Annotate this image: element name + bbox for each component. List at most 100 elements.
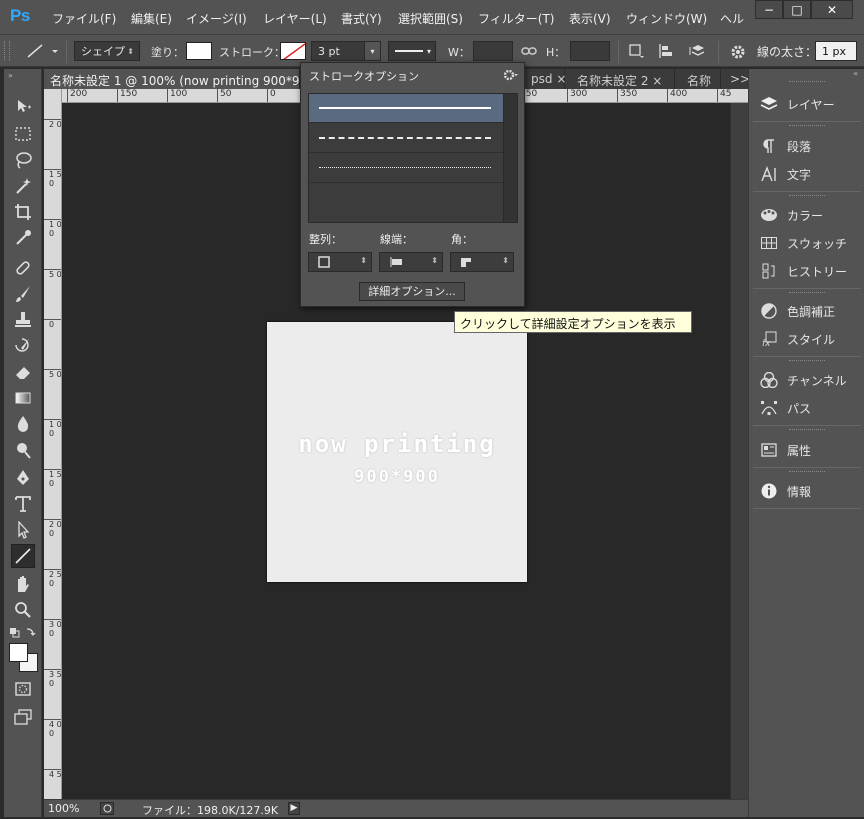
tab-document-3[interactable]: 名称	[681, 69, 721, 89]
dodge-tool-icon[interactable]	[11, 438, 35, 462]
history-brush-tool-icon[interactable]	[11, 334, 35, 358]
vertical-ruler[interactable]: 2 0 1 5 0 1 0 0 5 0 0 5 0 1 0 0 1 5 0 2 …	[44, 89, 62, 799]
menu-help[interactable]: ヘル	[720, 10, 744, 27]
move-tool-icon[interactable]	[11, 95, 35, 119]
eyedropper-tool-icon[interactable]	[11, 226, 35, 250]
stroke-dashed-option[interactable]	[309, 124, 503, 153]
zoom-tool-icon[interactable]	[11, 598, 35, 622]
align-select[interactable]: ⬍	[308, 252, 372, 272]
menu-layer[interactable]: レイヤー(L)	[263, 10, 327, 27]
share-icon[interactable]	[100, 802, 114, 815]
tab-document-1[interactable]: 名称未設定 1 @ 100% (now printing 900*900	[44, 69, 315, 89]
stamp-tool-icon[interactable]	[11, 308, 35, 332]
close-button[interactable]: ✕	[811, 0, 853, 19]
menu-image[interactable]: イメージ(I)	[186, 10, 247, 27]
tabs-overflow-button[interactable]: >>	[724, 69, 750, 89]
collapse-arrows-icon[interactable]: »	[8, 71, 13, 80]
stroke-width-field[interactable]: 3 pt ▾	[311, 41, 381, 61]
vertical-scrollbar[interactable]	[730, 103, 748, 799]
mode-select[interactable]: シェイプ ⬍	[74, 41, 140, 61]
panel-history[interactable]: ヒストリー	[759, 260, 847, 282]
path-selection-tool-icon[interactable]	[11, 518, 35, 542]
crop-tool-icon[interactable]	[11, 200, 35, 224]
panel-layers[interactable]: レイヤー	[759, 93, 835, 115]
tooltip: クリックして詳細設定オプションを表示	[454, 311, 692, 333]
hand-tool-icon[interactable]	[11, 572, 35, 596]
minimize-button[interactable]: −	[755, 0, 783, 19]
panel-styles[interactable]: fx スタイル	[759, 328, 835, 350]
stroke-type-list	[308, 93, 518, 223]
path-arrangement-icon[interactable]	[688, 43, 706, 59]
menu-edit[interactable]: 編集(E)	[131, 10, 172, 27]
pen-tool-icon[interactable]	[11, 466, 35, 490]
eraser-tool-icon[interactable]	[11, 360, 35, 384]
stroke-dotted-option[interactable]	[309, 154, 503, 183]
collapse-arrows-icon[interactable]: «	[853, 69, 858, 78]
close-tab-icon[interactable]: ×	[652, 74, 662, 88]
path-operations-icon[interactable]	[628, 43, 644, 59]
panel-properties[interactable]: 属性	[759, 439, 811, 461]
ruler-tick: 1 0 0	[44, 219, 61, 238]
panel-swatches[interactable]: スウォッチ	[759, 232, 847, 254]
panel-paths[interactable]: パス	[759, 397, 811, 419]
gradient-tool-icon[interactable]	[11, 386, 35, 410]
stroke-swatch[interactable]	[280, 42, 306, 60]
quick-mask-icon[interactable]	[11, 677, 35, 701]
screen-mode-icon[interactable]	[11, 705, 35, 729]
solid-line-icon	[319, 107, 491, 109]
ruler-tick: 3 0 0	[44, 619, 61, 638]
line-tool-preset-icon[interactable]	[18, 41, 62, 61]
stroke-type-select[interactable]: ▾	[388, 41, 436, 61]
panel-channels[interactable]: チャンネル	[759, 369, 847, 391]
menu-view[interactable]: 表示(V)	[569, 10, 611, 27]
panel-adjustments[interactable]: 色調補正	[759, 300, 835, 322]
fill-swatch[interactable]	[186, 42, 212, 60]
corners-select[interactable]: ⬍	[450, 252, 514, 272]
width-field[interactable]	[473, 41, 513, 61]
swap-colors-icon[interactable]	[9, 626, 37, 640]
panel-info[interactable]: 情報	[759, 480, 811, 502]
magic-wand-tool-icon[interactable]	[11, 174, 35, 198]
document-canvas[interactable]: now printing 900*900	[267, 322, 527, 582]
foreground-color-swatch[interactable]	[9, 643, 28, 662]
menu-filter[interactable]: フィルター(T)	[478, 10, 554, 27]
panel-dock: « レイヤー 段落 文字 カラー スウォッチ ヒストリー 色調補正 fx スタイ…	[748, 69, 864, 817]
stroke-solid-option[interactable]	[309, 94, 503, 123]
path-alignment-icon[interactable]	[658, 43, 674, 59]
line-tool-icon[interactable]	[11, 544, 35, 568]
svg-text:fx: fx	[762, 339, 771, 347]
ruler-tick: 50	[217, 89, 231, 102]
maximize-button[interactable]: □	[783, 0, 811, 19]
zoom-level[interactable]: 100%	[48, 802, 79, 815]
panel-paragraph[interactable]: 段落	[759, 135, 811, 157]
tab-document-2[interactable]: 名称未設定 2 ×	[571, 69, 675, 89]
ruler-tick: 45	[717, 89, 731, 102]
lasso-tool-icon[interactable]	[11, 148, 35, 172]
marquee-tool-icon[interactable]	[11, 122, 35, 146]
menu-type[interactable]: 書式(Y)	[341, 10, 382, 27]
gear-icon[interactable]	[502, 68, 518, 82]
ruler-tick: 0	[44, 319, 61, 329]
type-tool-icon[interactable]	[11, 492, 35, 516]
gear-icon[interactable]	[729, 43, 747, 61]
menu-window[interactable]: ウィンドウ(W)	[626, 10, 707, 27]
height-field[interactable]	[570, 41, 610, 61]
line-weight-field[interactable]: 1 px	[815, 41, 857, 61]
tab-psd[interactable]: psd ×	[525, 69, 566, 89]
chevron-down-icon: ▾	[426, 46, 431, 56]
stroke-list-scrollbar[interactable]	[503, 94, 517, 222]
chevron-down-icon[interactable]: ▾	[364, 42, 380, 60]
brush-tool-icon[interactable]	[11, 282, 35, 306]
close-tab-icon[interactable]: ×	[556, 72, 566, 86]
panel-color[interactable]: カラー	[759, 204, 823, 226]
status-menu-arrow-icon[interactable]: ▶	[288, 802, 300, 815]
blur-tool-icon[interactable]	[11, 412, 35, 436]
healing-brush-tool-icon[interactable]	[11, 256, 35, 280]
menu-select[interactable]: 選択範囲(S)	[398, 10, 463, 27]
paragraph-icon	[759, 137, 779, 155]
link-icon[interactable]	[521, 45, 537, 57]
advanced-options-button[interactable]: 詳細オプション...	[359, 282, 465, 301]
panel-character[interactable]: 文字	[759, 163, 811, 185]
caps-select[interactable]: ⬍	[379, 252, 443, 272]
menu-file[interactable]: ファイル(F)	[52, 10, 116, 27]
